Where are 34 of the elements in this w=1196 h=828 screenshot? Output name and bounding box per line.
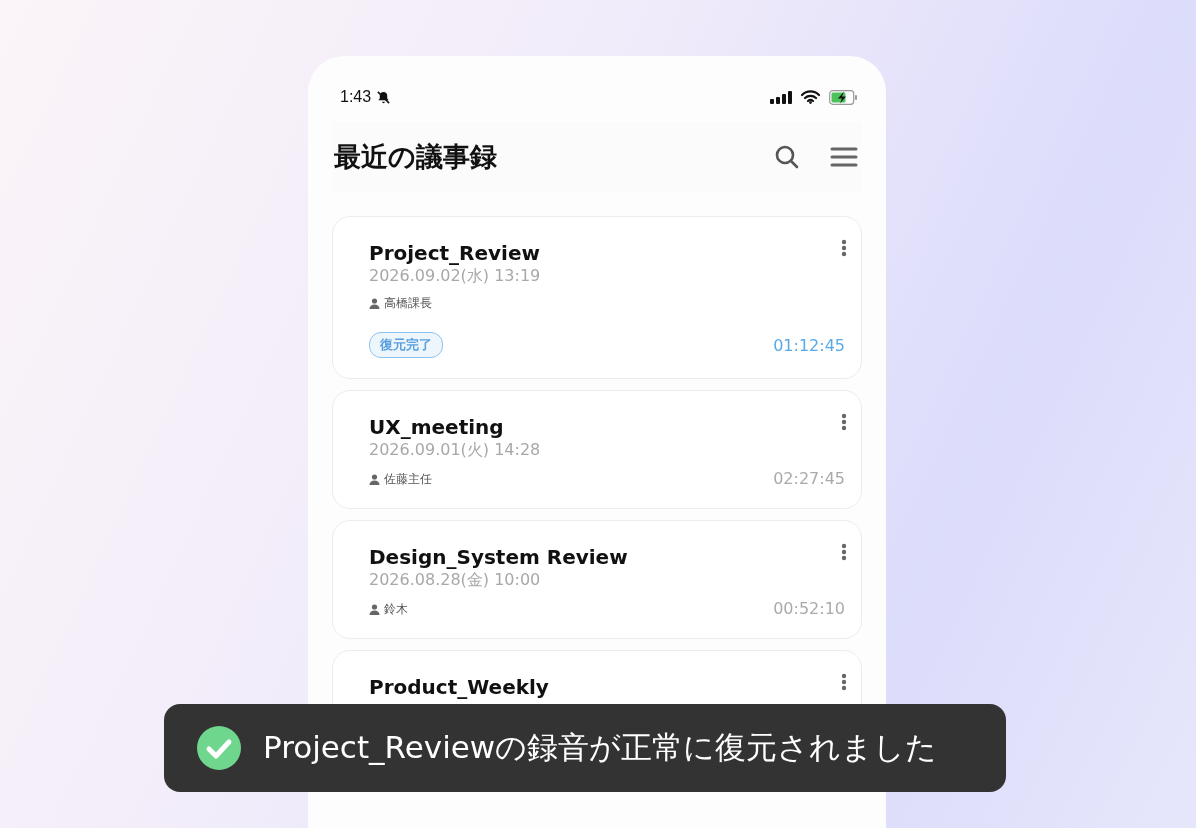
person-icon: [369, 604, 380, 615]
duration: 01:12:45: [773, 335, 846, 355]
meeting-datetime: 2026.08.28(金) 10:00: [369, 570, 542, 591]
toast-message: Project_Reviewの録音が正常に復元されました: [263, 728, 938, 767]
more-options-icon[interactable]: [841, 543, 847, 561]
owner-name: 佐藤主任: [384, 471, 432, 488]
meeting-title: Design_System Review: [369, 545, 628, 569]
meeting-datetime: 2026.09.02(水) 13:19: [369, 266, 542, 287]
person-icon: [369, 298, 380, 309]
meeting-title: Product_Weekly: [369, 675, 549, 699]
more-options-icon[interactable]: [841, 413, 847, 431]
more-options-icon[interactable]: [841, 673, 847, 691]
meeting-title: UX_meeting: [369, 415, 504, 439]
battery-charging-icon: [829, 89, 858, 105]
duration: 00:52:10: [773, 599, 846, 618]
meeting-title: Project_Review: [369, 241, 540, 265]
person-icon: [369, 474, 380, 485]
status-time: 1:43: [340, 88, 372, 106]
screen-title: 最近の議事録: [334, 140, 497, 174]
bell-muted-icon: [376, 89, 392, 105]
duration: 02:27:45: [773, 469, 846, 488]
menu-icon[interactable]: [830, 146, 858, 168]
check-circle-icon: [197, 726, 241, 770]
owner-name: 高橋課長: [384, 295, 432, 312]
meeting-datetime: 2026.09.01(火) 14:28: [369, 440, 542, 461]
search-icon[interactable]: [774, 144, 800, 170]
meeting-card[interactable]: Design_System Review 2026.08.28(金) 10:00 鈴木 00:52:10: [332, 520, 862, 639]
more-options-icon[interactable]: [841, 239, 847, 257]
meeting-card[interactable]: Project_Review 2026.09.02(水) 13:19 高橋課長 復元完了 01:12:45: [332, 216, 862, 379]
owner-name: 鈴木: [384, 601, 408, 618]
status-badge: 復元完了: [369, 332, 443, 358]
wifi-icon: [801, 90, 820, 104]
signal-icon: [770, 90, 792, 104]
meeting-card[interactable]: UX_meeting 2026.09.01(火) 14:28 佐藤主任 02:27:45: [332, 390, 862, 509]
